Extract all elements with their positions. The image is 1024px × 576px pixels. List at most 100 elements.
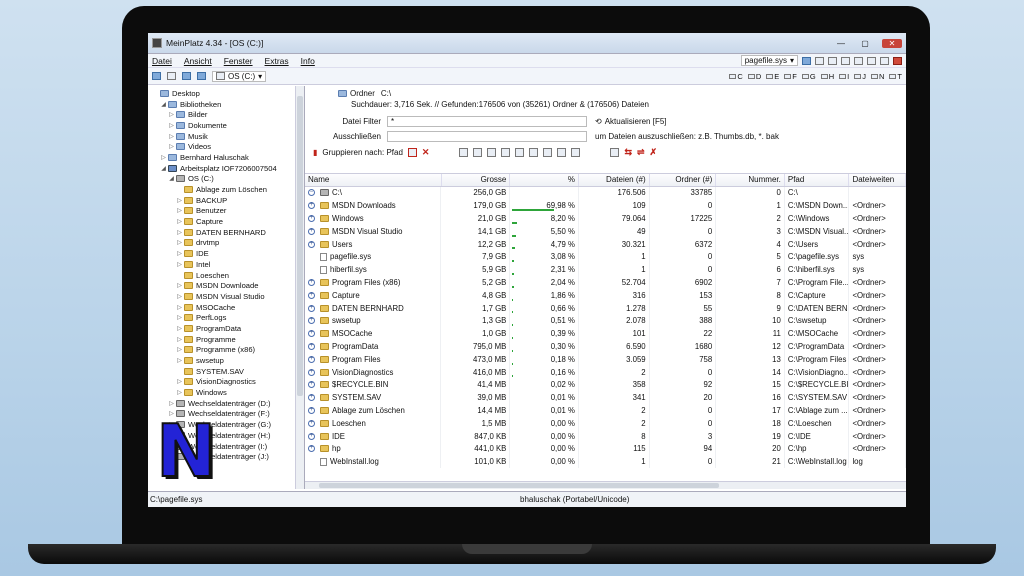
expand-icon[interactable]: + (308, 432, 315, 440)
tree-item[interactable]: Desktop (148, 88, 304, 99)
expand-icon[interactable]: + (308, 394, 315, 402)
drive-button-c[interactable]: C (729, 72, 743, 81)
expand-icon[interactable]: + (308, 278, 315, 286)
tree-toggle-icon[interactable]: ▷ (176, 378, 183, 385)
up-folder-icon[interactable] (167, 72, 176, 80)
tree-item[interactable]: ▷ IDE (148, 248, 304, 259)
tree-item[interactable]: ▷ PerfLogs (148, 312, 304, 323)
tree-item[interactable]: ◢ OS (C:) (148, 174, 304, 185)
column-header-name[interactable]: Name (305, 174, 442, 187)
table-row[interactable]: + MSOCache 1,0 GB 0,39 % 101 22 11 C:\MSOCache <… (305, 327, 906, 341)
table-row[interactable]: + $RECYCLE.BIN 41,4 MB 0,02 % 358 92 15 C:\$REC… (305, 378, 906, 392)
table-row[interactable]: + Program Files (x86) 5,2 GB 2,04 % 52.704 69… (305, 276, 906, 289)
table-row[interactable]: + Capture 4,8 GB 1,86 % 316 153 8 C:\Capture <Or… (305, 288, 906, 302)
brush-icon[interactable] (610, 147, 620, 157)
tree-toggle-icon[interactable]: ▷ (168, 122, 175, 129)
column-2-icon[interactable] (473, 147, 483, 157)
table-row[interactable]: hiberfil.sys 5,9 GB 2,31 % 1 0 6 C:\hiberfil.s… (305, 263, 906, 277)
expand-icon[interactable]: + (308, 368, 315, 376)
flag-icon[interactable] (802, 56, 811, 65)
exclude-input[interactable] (387, 130, 587, 142)
tree-toggle-icon[interactable]: ▷ (176, 325, 183, 332)
expand-icon[interactable]: + (308, 240, 315, 248)
tree-item[interactable]: ▷ MSDN Visual Studio (148, 291, 304, 302)
view-icon[interactable] (152, 72, 161, 80)
expand-icon[interactable]: + (308, 330, 315, 338)
tree-item[interactable]: ▷ MSDN Downloade (148, 280, 304, 291)
drive-button-g[interactable]: G (801, 72, 816, 81)
tree-toggle-icon[interactable]: ▷ (176, 261, 183, 268)
table-row[interactable]: + SYSTEM.SAV 39,0 MB 0,01 % 341 20 16 C:\SYSTEM… (305, 391, 906, 405)
tree-toggle-icon[interactable]: ▷ (176, 389, 183, 396)
table-row[interactable]: + Ablage zum Löschen 14,4 MB 0,01 % 2 0 17 C:\A… (305, 404, 906, 417)
column-5-icon[interactable] (515, 147, 525, 157)
tree-toggle-icon[interactable]: ▷ (176, 229, 183, 236)
table-row[interactable]: WebInstall.log 101,0 KB 0,00 % 1 0 21 C:\WebIn… (305, 455, 906, 469)
minimize-button[interactable]: — (834, 39, 848, 48)
expand-icon[interactable]: + (308, 214, 315, 222)
drive-button-t[interactable]: T (889, 72, 902, 81)
drive-combo[interactable]: OS (C:) ▾ (212, 70, 267, 82)
column-7-icon[interactable] (543, 147, 553, 157)
menu-info[interactable]: Info (301, 56, 315, 66)
expand-icon[interactable]: + (308, 304, 315, 312)
merge-icon[interactable]: ⇌ (637, 147, 645, 158)
tree-item[interactable]: ▷ Bernhard Haluschak (148, 152, 304, 163)
tree-item[interactable]: ▷ drvtmp (148, 238, 304, 249)
close-button[interactable]: ✕ (882, 38, 902, 48)
tree-item[interactable]: ▷ swsetup (148, 355, 304, 366)
swap-icon[interactable]: ⇆ (624, 147, 632, 158)
tree-item[interactable]: ▷ Windows (148, 387, 304, 398)
tree-toggle-icon[interactable]: ▷ (168, 143, 175, 150)
delete-icon[interactable]: ✗ (650, 147, 658, 158)
table-row[interactable]: pagefile.sys 7,9 GB 3,08 % 1 0 5 C:\pagefile.s… (305, 250, 906, 264)
tree-toggle-icon[interactable]: ▷ (176, 357, 183, 364)
tree-toggle-icon[interactable]: ▷ (176, 346, 183, 353)
column-header-size[interactable]: Grosse (441, 174, 511, 187)
tree-item[interactable]: ▷ Capture (148, 216, 304, 227)
tree-item[interactable]: ▷ Dokumente (148, 120, 304, 131)
clear-group-icon[interactable]: ✕ (422, 147, 430, 158)
tree-toggle-icon[interactable]: ▷ (168, 133, 175, 140)
sort-icon[interactable] (197, 72, 206, 80)
table-row[interactable]: + Loeschen 1,5 MB 0,00 % 2 0 18 C:\Loeschen <Ord… (305, 416, 906, 430)
tree-item[interactable]: ◢ Bibliotheken (148, 99, 304, 110)
tree-toggle-icon[interactable]: ▷ (176, 282, 183, 289)
tree-item[interactable]: ▷ Videos (148, 141, 304, 152)
tree-toggle-icon[interactable]: ▷ (176, 239, 183, 246)
tree-item[interactable]: ▷ Programme (x86) (148, 345, 304, 356)
drive-button-e[interactable]: E (766, 72, 779, 81)
expand-icon[interactable]: + (308, 202, 315, 210)
tree-item[interactable]: ▷ Wechseldatenträger (D:) (148, 398, 304, 409)
tree-item[interactable]: ▷ MSOCache (148, 302, 304, 313)
tree-toggle-icon[interactable]: ▷ (176, 293, 183, 300)
column-1-icon[interactable] (459, 147, 469, 157)
tree-item[interactable]: ▷ Programme (148, 334, 304, 345)
view-mode-icon[interactable] (182, 72, 191, 80)
column-header-path[interactable]: Pfad (784, 174, 850, 187)
tree-toggle-icon[interactable]: ▷ (176, 250, 183, 257)
tree-toggle-icon[interactable]: ▷ (160, 154, 167, 161)
tree-toggle-icon[interactable]: ▷ (176, 207, 183, 214)
table-row[interactable]: − C:\ 256,0 GB 176.506 33785 0 C:\ (305, 186, 906, 200)
tree-item[interactable]: Ablage zum Löschen (148, 184, 304, 195)
expand-icon[interactable]: + (308, 317, 315, 325)
tree-item[interactable]: SYSTEM.SAV (148, 366, 304, 377)
tree-item[interactable]: ▷ Intel (148, 259, 304, 270)
tree-item[interactable]: Loeschen (148, 270, 304, 281)
expand-icon[interactable]: + (308, 291, 315, 299)
expand-icon[interactable]: + (308, 342, 315, 350)
tree-item[interactable]: ▷ DATEN BERNHARD (148, 227, 304, 238)
tree-item[interactable]: ▷ Bilder (148, 109, 304, 120)
tree-toggle-icon[interactable]: ▷ (176, 197, 183, 204)
expand-icon[interactable]: + (308, 381, 315, 389)
expand-icon[interactable]: + (308, 419, 315, 427)
column-4-icon[interactable] (501, 147, 511, 157)
drive-button-i[interactable]: I (839, 72, 849, 81)
menu-ansicht[interactable]: Ansicht (184, 56, 212, 66)
expand-icon[interactable]: + (308, 406, 315, 414)
table-row[interactable]: + MSDN Downloads 179,0 GB 69,98 % 109 0 1 C:\MS… (305, 199, 906, 213)
menu-datei[interactable]: Datei (152, 56, 172, 66)
tree-toggle-icon[interactable]: ◢ (168, 175, 175, 182)
column-header-number[interactable]: Nummer. (715, 174, 785, 187)
